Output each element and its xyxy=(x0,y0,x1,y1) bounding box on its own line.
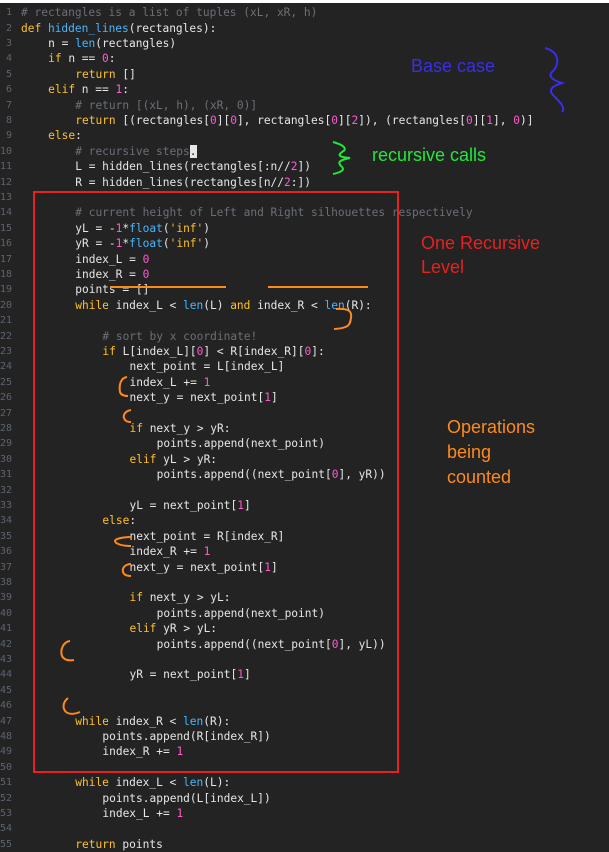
code-line[interactable]: 54 xyxy=(0,821,609,836)
line-number: 55 xyxy=(0,838,13,850)
code-text: points.append(L[index_L]) xyxy=(102,791,270,806)
line-number: 52 xyxy=(0,792,13,804)
if-mark-2 xyxy=(113,536,132,547)
line-number: 53 xyxy=(0,808,13,819)
code-token: index_L += xyxy=(102,807,177,820)
while-mark-1 xyxy=(60,640,75,662)
code-token: points.append(L[index_L]) xyxy=(102,791,271,805)
code-text: index_L += 1 xyxy=(102,806,183,821)
code-token: 1 xyxy=(176,807,184,820)
line-number: 54 xyxy=(0,823,13,835)
elif-mark-1 xyxy=(122,409,132,423)
code-token: return xyxy=(75,837,123,851)
code-text: return points xyxy=(75,837,163,852)
recursive-calls-brace xyxy=(332,141,351,175)
code-line[interactable]: 52 points.append(L[index_L]) xyxy=(0,791,609,806)
base-case-brace xyxy=(544,47,566,113)
elif-mark-2 xyxy=(121,563,132,577)
code-line[interactable]: 53 index_L += 1 xyxy=(0,806,609,821)
if-bracket xyxy=(333,307,353,330)
if-mark-1 xyxy=(118,376,129,397)
code-line[interactable]: 55 return points xyxy=(0,837,609,852)
annotation-marks xyxy=(60,47,566,715)
while-mark-2 xyxy=(62,697,81,715)
code-token: points xyxy=(122,837,163,851)
